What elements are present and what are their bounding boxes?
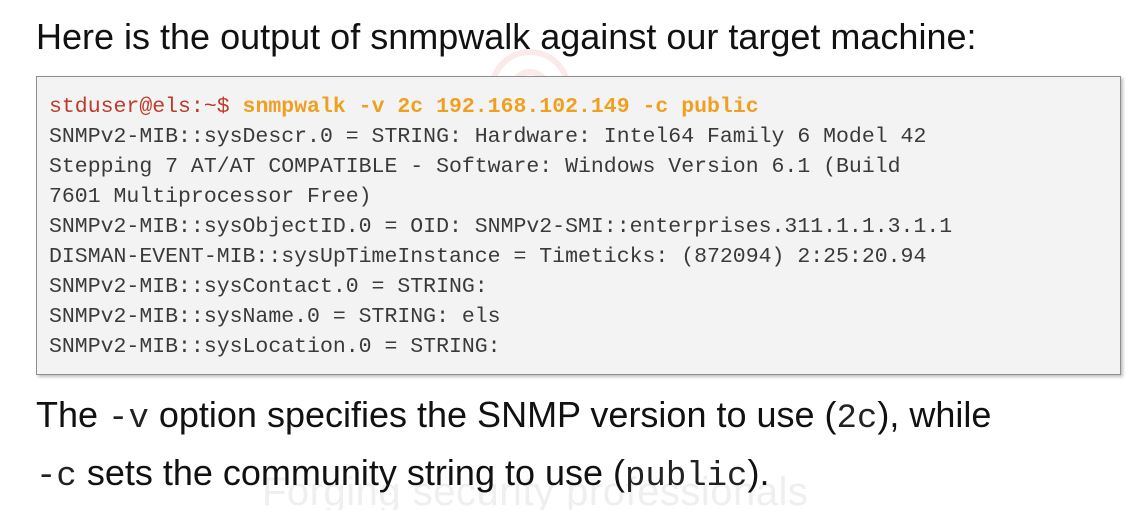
shell-prompt: stduser@els:~$ <box>49 95 243 119</box>
explanation-text-segment: option specifies the SNMP version to use… <box>148 394 837 435</box>
output-line: Stepping 7 AT/AT COMPATIBLE - Software: … <box>49 155 901 179</box>
explanation-text-segment: sets the community string to use ( <box>76 452 626 493</box>
command-line: stduser@els:~$ snmpwalk -v 2c 192.168.10… <box>49 92 1120 122</box>
output-line: SNMPv2-MIB::sysName.0 = STRING: els <box>49 305 501 329</box>
slide: Forging security professionals Here is t… <box>0 0 1140 510</box>
output-line: SNMPv2-MIB::sysContact.0 = STRING: <box>49 275 488 299</box>
version-value-code: 2c <box>836 400 878 438</box>
explanation-text-segment: ), while <box>877 394 992 435</box>
community-value-code: public <box>625 458 748 496</box>
community-option-code: -c <box>36 458 77 496</box>
explanation-text: The -v option specifies the SNMP version… <box>36 388 991 504</box>
output-line: SNMPv2-MIB::sysDescr.0 = STRING: Hardwar… <box>49 125 927 149</box>
explanation-line-1: The -v option specifies the SNMP version… <box>36 388 991 446</box>
version-option-code: -v <box>108 400 149 438</box>
output-line: DISMAN-EVENT-MIB::sysUpTimeInstance = Ti… <box>49 245 927 269</box>
explanation-text-segment: The <box>36 394 109 435</box>
page-heading: Here is the output of snmpwalk against o… <box>36 16 977 57</box>
explanation-text-segment: ). <box>747 452 770 493</box>
explanation-line-2: -c sets the community string to use (pub… <box>36 446 991 504</box>
snmpwalk-command: snmpwalk -v 2c 192.168.102.149 -c public <box>242 95 759 119</box>
output-line: SNMPv2-MIB::sysObjectID.0 = OID: SNMPv2-… <box>49 215 953 239</box>
terminal-output-box: stduser@els:~$ snmpwalk -v 2c 192.168.10… <box>36 76 1121 375</box>
output-line: SNMPv2-MIB::sysLocation.0 = STRING: <box>49 335 501 359</box>
output-line: 7601 Multiprocessor Free) <box>49 185 372 209</box>
